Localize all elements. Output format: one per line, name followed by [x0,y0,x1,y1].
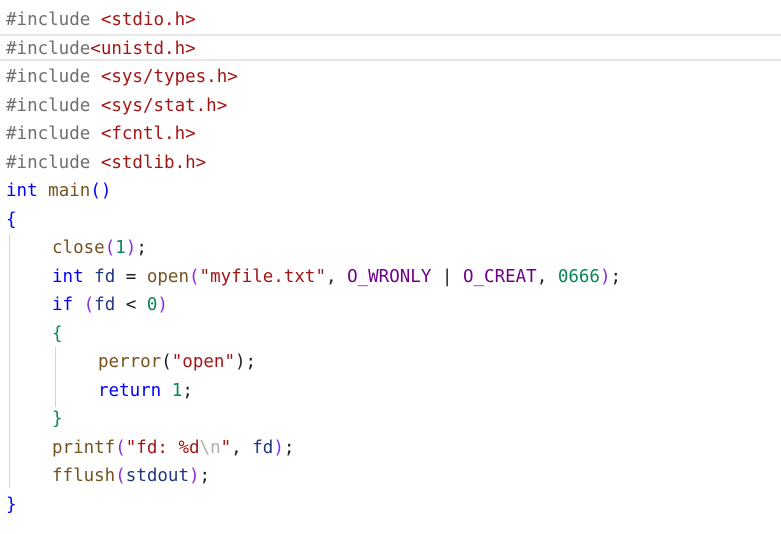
code-line[interactable]: } [6,491,17,520]
code-line[interactable]: fflush(stdout); [52,462,210,491]
code-token: ; [136,238,147,258]
code-token: ; [245,352,257,372]
code-token: <sys/types.h> [100,67,238,87]
code-token: } [6,494,17,515]
code-token: ; [610,266,622,287]
code-token: ) [125,238,137,258]
code-token: { [6,209,17,230]
code-token: return [98,380,162,401]
code-line[interactable]: { [52,320,63,349]
code-token: if [52,295,74,315]
code-line[interactable]: perror("open"); [98,348,256,377]
code-token: ) [273,437,284,458]
code-token: printf [52,437,116,458]
code-token: , [536,266,558,287]
code-line[interactable]: return 1; [98,377,193,406]
code-line[interactable]: printf("fd: %d\n", fd); [52,434,294,463]
code-token: "open" [171,352,235,372]
code-token: perror [98,352,162,372]
code-token: int [6,181,38,201]
code-token: <fcntl.h> [100,124,196,144]
code-token: 1 [115,238,126,258]
code-editor[interactable]: #include <stdio.h> #include<unistd.h> #inc… [0,0,781,534]
indent-guide-inner [55,347,56,407]
code-token: #include [6,152,101,173]
code-token: { [52,323,63,344]
code-token: fd [94,266,116,287]
code-line[interactable]: int fd = open("myfile.txt", O_WRONLY | O… [52,263,621,292]
code-token: #include [6,95,101,116]
code-token: O_CREAT [462,266,537,287]
code-token: ( [83,295,95,315]
code-line[interactable]: #include <sys/types.h> [6,63,238,92]
code-token: ; [182,380,193,401]
code-token: () [90,181,112,201]
code-token: #include [6,38,91,59]
code-token: ( [115,437,126,458]
code-token: ; [283,437,295,458]
code-line[interactable]: if (fd < 0) [52,291,168,320]
code-token: <unistd.h> [90,38,196,59]
code-token: 1 [171,380,183,401]
code-token: ) [599,266,611,287]
code-token: } [52,409,63,429]
code-token: main [48,181,91,201]
code-token: O_WRONLY [347,266,432,287]
code-token: ( [104,238,116,258]
code-line[interactable]: #include <stdlib.h> [6,149,206,178]
code-line[interactable]: #include <sys/stat.h> [6,92,227,121]
code-token: ( [115,466,126,486]
code-line[interactable]: #include <fcntl.h> [6,120,196,149]
code-token: ( [161,352,172,372]
indent-guide-outer [9,234,10,488]
code-token: fd [94,295,116,315]
code-token: " [220,437,232,458]
code-line[interactable]: int main() [6,177,111,206]
code-line[interactable]: close(1); [52,234,147,263]
code-token: = [115,266,147,287]
code-token: #include [6,124,101,144]
code-token: fflush [52,466,116,486]
code-token: ) [234,352,246,372]
code-token: #include [6,67,101,87]
code-token: , [325,266,348,287]
code-line[interactable]: } [52,405,63,434]
code-token: fd [252,437,274,458]
code-token: <stdio.h> [100,10,196,30]
code-token: ( [189,266,200,287]
code-token: | [431,266,463,287]
code-token: ; [199,466,211,486]
code-token: , [231,437,253,458]
code-token: stdout [125,466,189,486]
code-token: 0 [146,295,158,315]
code-token: "myfile.txt" [199,266,326,287]
code-token: "fd: %d [125,437,200,458]
code-token: < [115,295,147,315]
code-token: \n [199,437,221,458]
code-token: <stdlib.h> [100,152,207,173]
code-line[interactable]: #include <stdio.h> [6,6,196,35]
code-token: int [52,266,84,287]
code-line[interactable]: #include<unistd.h> [6,35,196,64]
code-token: open [146,266,189,287]
code-line[interactable]: { [6,206,17,235]
code-token: <sys/stat.h> [100,95,228,116]
code-token: 0666 [557,266,600,287]
code-token: ) [188,466,200,486]
code-token: ) [157,295,168,315]
code-token: #include [6,10,101,30]
code-token: close [52,238,105,258]
